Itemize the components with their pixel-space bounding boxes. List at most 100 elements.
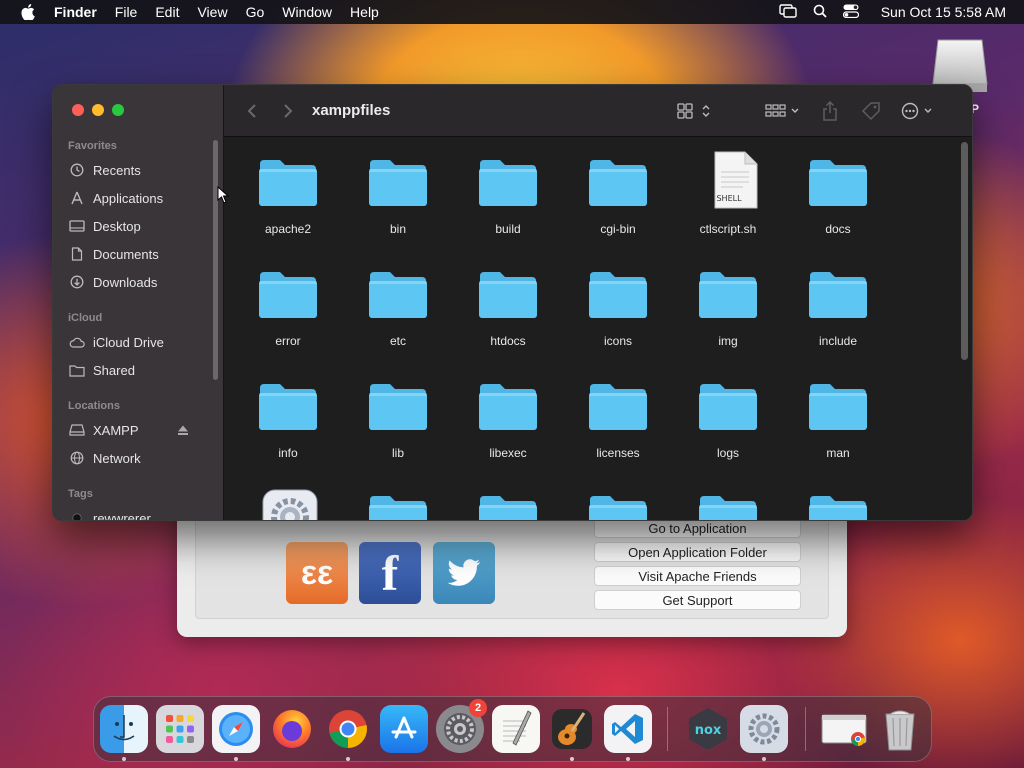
- folder-item[interactable]: include: [788, 250, 888, 354]
- folder-item[interactable]: [678, 474, 778, 520]
- firefox-icon[interactable]: [268, 705, 316, 753]
- screen-mirroring-icon[interactable]: [779, 3, 797, 21]
- garageband-icon[interactable]: [548, 705, 596, 753]
- folder-item[interactable]: [348, 474, 448, 520]
- folder-icon: [478, 268, 538, 320]
- folder-item[interactable]: lib: [348, 362, 448, 466]
- clock-icon: [68, 162, 86, 178]
- xampp-icon[interactable]: εε: [286, 542, 348, 604]
- folder-icon: [808, 380, 868, 432]
- window-zoom-button[interactable]: [112, 104, 124, 116]
- launchpad-icon[interactable]: [156, 705, 204, 753]
- file-item[interactable]: SHELL ctlscript.sh: [678, 138, 778, 242]
- folder-icon: [588, 380, 648, 432]
- content-scrollbar[interactable]: [961, 142, 968, 360]
- spotlight-search-icon[interactable]: [813, 4, 827, 21]
- sidebar-item-label: iCloud Drive: [93, 334, 164, 350]
- icon-view-toggle-icon[interactable]: [676, 99, 712, 123]
- folder-item[interactable]: docs: [788, 138, 888, 242]
- folder-item[interactable]: icons: [568, 250, 668, 354]
- app-item[interactable]: [238, 474, 338, 520]
- folder-icon: [368, 268, 428, 320]
- folder-item[interactable]: licenses: [568, 362, 668, 466]
- shell-script-icon: SHELL: [706, 150, 766, 209]
- folder-item[interactable]: [458, 474, 558, 520]
- file-name-label: error: [275, 334, 301, 348]
- twitter-icon[interactable]: [433, 542, 495, 604]
- tag-icon[interactable]: [860, 99, 882, 123]
- back-chevron-icon[interactable]: [244, 99, 260, 123]
- menu-window[interactable]: Window: [282, 4, 332, 20]
- xampp-manager-icon[interactable]: [740, 705, 788, 753]
- sidebar-item-label: Applications: [93, 190, 164, 206]
- folder-item[interactable]: cgi-bin: [568, 138, 668, 242]
- menu-finder[interactable]: Finder: [54, 4, 97, 20]
- menu-go[interactable]: Go: [246, 4, 265, 20]
- folder-icon: [588, 268, 648, 320]
- file-name-label: build: [495, 222, 521, 236]
- more-actions-icon[interactable]: [901, 99, 937, 123]
- folder-item[interactable]: apache2: [238, 138, 338, 242]
- folder-item[interactable]: logs: [678, 362, 778, 466]
- menu-clock[interactable]: Sun Oct 15 5:58 AM: [881, 4, 1006, 20]
- cloud-icon: [68, 334, 86, 350]
- running-indicator: [346, 757, 350, 761]
- folder-icon: [478, 492, 538, 520]
- trash-icon[interactable]: [876, 705, 924, 753]
- menu-file[interactable]: File: [115, 4, 138, 20]
- finder-icon[interactable]: [100, 705, 148, 753]
- folder-icon: [808, 268, 868, 320]
- apple-menu-icon[interactable]: [16, 0, 40, 24]
- sidebar-item-applications[interactable]: Applications: [68, 187, 208, 209]
- sidebar-item-downloads[interactable]: Downloads: [68, 271, 208, 293]
- sidebar-item-desktop[interactable]: Desktop: [68, 215, 208, 237]
- control-center-icon[interactable]: [842, 4, 859, 21]
- sidebar-item-recents[interactable]: Recents: [68, 159, 208, 181]
- forward-chevron-icon[interactable]: [280, 99, 296, 123]
- chrome-window-icon[interactable]: [820, 705, 868, 753]
- go-to-application-button[interactable]: Go to Application: [594, 518, 801, 538]
- menu-view[interactable]: View: [197, 4, 227, 20]
- share-icon[interactable]: [820, 99, 840, 123]
- nox-icon[interactable]: nox: [684, 705, 732, 753]
- folder-icon: [588, 492, 648, 520]
- folder-item[interactable]: build: [458, 138, 558, 242]
- folder-item[interactable]: [788, 474, 888, 520]
- folder-item[interactable]: img: [678, 250, 778, 354]
- sidebar-item-shared[interactable]: Shared: [68, 359, 208, 381]
- menu-help[interactable]: Help: [350, 4, 379, 20]
- folder-item[interactable]: bin: [348, 138, 448, 242]
- vscode-icon[interactable]: [604, 705, 652, 753]
- textedit-icon[interactable]: [492, 705, 540, 753]
- eject-icon[interactable]: [177, 423, 189, 435]
- sidebar-heading-favorites: Favorites: [68, 140, 117, 152]
- folder-item[interactable]: htdocs: [458, 250, 558, 354]
- xampp-manager-window: εε f Go to Application Open Application …: [177, 505, 847, 637]
- app-store-icon[interactable]: [380, 705, 428, 753]
- download-icon: [68, 274, 86, 290]
- safari-icon[interactable]: [212, 705, 260, 753]
- window-minimize-button[interactable]: [92, 104, 104, 116]
- running-indicator: [570, 757, 574, 761]
- menu-edit[interactable]: Edit: [155, 4, 179, 20]
- folder-item[interactable]: [568, 474, 668, 520]
- file-name-label: include: [818, 334, 858, 348]
- folder-item[interactable]: error: [238, 250, 338, 354]
- sidebar-item-tag[interactable]: rewwrerer: [68, 507, 208, 520]
- facebook-icon[interactable]: f: [359, 542, 421, 604]
- group-by-icon[interactable]: [764, 99, 802, 123]
- window-close-button[interactable]: [72, 104, 84, 116]
- chrome-icon[interactable]: [324, 705, 372, 753]
- folder-item[interactable]: man: [788, 362, 888, 466]
- open-application-folder-button[interactable]: Open Application Folder: [594, 542, 801, 562]
- visit-apache-friends-button[interactable]: Visit Apache Friends: [594, 566, 801, 586]
- get-support-button[interactable]: Get Support: [594, 590, 801, 610]
- sidebar-scrollbar[interactable]: [213, 140, 218, 380]
- folder-item[interactable]: etc: [348, 250, 448, 354]
- sidebar-item-icloud-drive[interactable]: iCloud Drive: [68, 331, 208, 353]
- folder-item[interactable]: info: [238, 362, 338, 466]
- sidebar-item-network[interactable]: Network: [68, 447, 208, 469]
- folder-item[interactable]: libexec: [458, 362, 558, 466]
- file-name-label: apache2: [264, 222, 312, 236]
- sidebar-item-documents[interactable]: Documents: [68, 243, 208, 265]
